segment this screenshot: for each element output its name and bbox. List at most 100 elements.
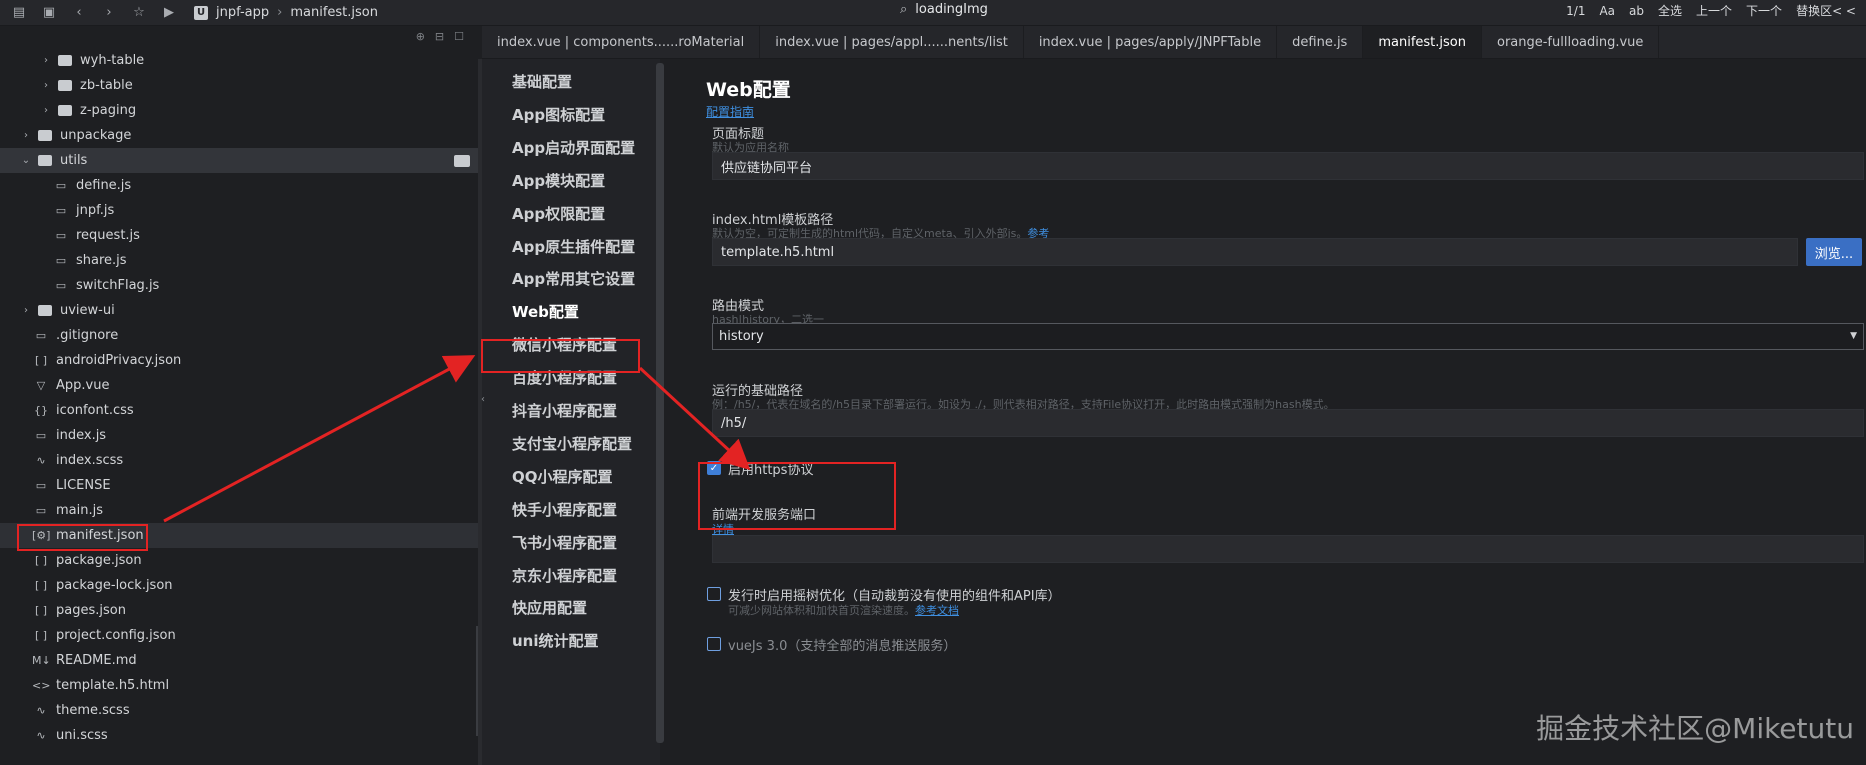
tree-item[interactable]: ∿ theme.scss	[0, 698, 478, 723]
nav-item[interactable]: App启动界面配置	[512, 137, 635, 159]
find-box[interactable]: ⌕ loadingImg	[900, 2, 988, 17]
chevron-right-icon[interactable]: ›	[40, 80, 52, 91]
folder-open-icon	[38, 155, 52, 166]
match-case-button[interactable]: Aa	[1599, 4, 1615, 18]
chevron-right-icon[interactable]: ›	[20, 130, 32, 141]
tree-item[interactable]: ▭ index.js	[0, 423, 478, 448]
editor-tab[interactable]: define.js	[1277, 26, 1364, 58]
json-file-icon: [ ]	[34, 354, 48, 367]
save-icon[interactable]: ▣	[38, 2, 60, 24]
chevron-right-icon[interactable]: ›	[20, 305, 32, 316]
nav-item[interactable]: App图标配置	[512, 104, 605, 126]
find-next-button[interactable]: 下一个	[1746, 2, 1782, 19]
nav-item[interactable]: 飞书小程序配置	[512, 532, 617, 554]
tree-item[interactable]: ▭ request.js	[0, 223, 478, 248]
template-path-input[interactable]: template.h5.html	[712, 238, 1798, 266]
base-path-input[interactable]: /h5/	[712, 409, 1864, 437]
tree-item[interactable]: ▭ .gitignore	[0, 323, 478, 348]
nav-item[interactable]: App模块配置	[512, 170, 605, 192]
nav-scrollbar[interactable]	[656, 63, 664, 743]
tree-item[interactable]: › z-paging	[0, 98, 478, 123]
select-all-button[interactable]: 全选	[1658, 2, 1682, 19]
tree-item[interactable]: › uview-ui	[0, 298, 478, 323]
tree-item[interactable]: ▽ App.vue	[0, 373, 478, 398]
close-panel-icon[interactable]: ☐	[454, 30, 464, 43]
manifest-settings-nav: 基础配置 App图标配置 App启动界面配置 App模块配置 App权限配置 App原生插…	[482, 59, 660, 765]
tree-item[interactable]: › zb-table	[0, 73, 478, 98]
nav-item[interactable]: 快手小程序配置	[512, 499, 617, 521]
tree-item[interactable]: [ ] project.config.json	[0, 623, 478, 648]
tree-item[interactable]: ▭ switchFlag.js	[0, 273, 478, 298]
open-folder-icon[interactable]	[454, 154, 470, 167]
editor-tab[interactable]: orange-fullloading.vue	[1482, 26, 1660, 58]
router-mode-select[interactable]: history ▼	[712, 323, 1864, 350]
tree-item[interactable]: › unpackage	[0, 123, 478, 148]
locate-icon[interactable]: ⊕	[416, 30, 425, 43]
editor-tab[interactable]: index.vue | pages/apply/JNPFTable	[1024, 26, 1278, 58]
nav-item[interactable]: uni统计配置	[512, 630, 599, 652]
tree-item[interactable]: ∿ uni.scss	[0, 723, 478, 748]
editor-tab[interactable]: manifest.json	[1363, 26, 1482, 58]
tree-item[interactable]: ▭ jnpf.js	[0, 198, 478, 223]
star-icon[interactable]: ☆	[128, 2, 150, 24]
tree-item[interactable]: ⌄ utils	[0, 148, 478, 173]
tree-item[interactable]: ▭ LICENSE	[0, 473, 478, 498]
tree-item[interactable]: › wyh-table	[0, 48, 478, 73]
vue3-checkbox[interactable]	[707, 637, 721, 651]
tree-item[interactable]: [ ] package-lock.json	[0, 573, 478, 598]
whole-word-button[interactable]: ab	[1629, 4, 1644, 18]
config-guide-link[interactable]: 配置指南	[706, 103, 754, 120]
tree-shaking-doc-link[interactable]: 参考文档	[915, 604, 959, 617]
nav-item[interactable]: QQ小程序配置	[512, 466, 613, 488]
nav-item[interactable]: 支付宝小程序配置	[512, 433, 632, 455]
tree-item[interactable]: [ ] package.json	[0, 548, 478, 573]
tree-item-label: project.config.json	[56, 628, 176, 643]
tree-shaking-hint: 可减少网站体积和加快首页渲染速度。参考文档	[728, 602, 959, 618]
back-icon[interactable]: ‹	[68, 2, 90, 24]
tree-item-label: pages.json	[56, 603, 126, 618]
replace-toggle-button[interactable]: 替换区< <	[1796, 2, 1856, 19]
tree-item[interactable]: ∿ index.scss	[0, 448, 478, 473]
tree-item[interactable]: [ ] androidPrivacy.json	[0, 348, 478, 373]
section-title: Web配置	[706, 79, 791, 101]
breadcrumb-file[interactable]: manifest.json	[290, 5, 378, 20]
editor-tab[interactable]: index.vue | pages/appl......nents/list	[760, 26, 1024, 58]
tree-item[interactable]: <> template.h5.html	[0, 673, 478, 698]
tree-item[interactable]: M↓ README.md	[0, 648, 478, 673]
tree-item[interactable]: {} iconfont.css	[0, 398, 478, 423]
tree-item[interactable]: ▭ share.js	[0, 248, 478, 273]
nav-item[interactable]: Web配置	[512, 301, 579, 323]
chevron-down-icon[interactable]: ⌄	[20, 155, 32, 166]
forward-icon[interactable]: ›	[98, 2, 120, 24]
router-mode-value: history	[719, 329, 764, 344]
annotation-box-base-path	[698, 462, 896, 530]
find-prev-button[interactable]: 上一个	[1696, 2, 1732, 19]
collapse-arrow-icon[interactable]: ‹	[481, 394, 487, 420]
nav-item[interactable]: App权限配置	[512, 203, 605, 225]
tree-item-label: main.js	[56, 503, 103, 518]
nav-item[interactable]: 京东小程序配置	[512, 565, 617, 587]
run-icon[interactable]: ▶	[158, 2, 180, 24]
project-logo-icon: U	[194, 5, 208, 20]
page-title-input[interactable]: 供应链协同平台	[712, 152, 1864, 180]
find-input[interactable]: loadingImg	[915, 2, 988, 17]
dev-port-input[interactable]	[712, 535, 1864, 563]
breadcrumb-project[interactable]: jnpf-app	[216, 5, 269, 20]
browse-button[interactable]: 浏览...	[1806, 238, 1862, 266]
nav-item[interactable]: 抖音小程序配置	[512, 400, 617, 422]
tree-item[interactable]: ▭ define.js	[0, 173, 478, 198]
chevron-right-icon[interactable]: ›	[40, 105, 52, 116]
new-file-icon[interactable]: ▤	[8, 2, 30, 24]
tree-item[interactable]: [ ] pages.json	[0, 598, 478, 623]
find-count: 1/1	[1566, 3, 1586, 18]
collapse-all-icon[interactable]: ⊟	[435, 30, 444, 43]
nav-item[interactable]: 快应用配置	[512, 597, 587, 619]
html-file-icon: <>	[32, 679, 51, 692]
editor-tab[interactable]: index.vue | components......roMaterial	[482, 26, 761, 58]
chevron-right-icon[interactable]: ›	[40, 55, 52, 66]
nav-item[interactable]: 基础配置	[512, 71, 572, 93]
tree-shaking-checkbox[interactable]	[707, 587, 721, 601]
tree-item[interactable]: ▭ main.js	[0, 498, 478, 523]
nav-item[interactable]: App原生插件配置	[512, 236, 635, 258]
nav-item[interactable]: App常用其它设置	[512, 268, 635, 290]
